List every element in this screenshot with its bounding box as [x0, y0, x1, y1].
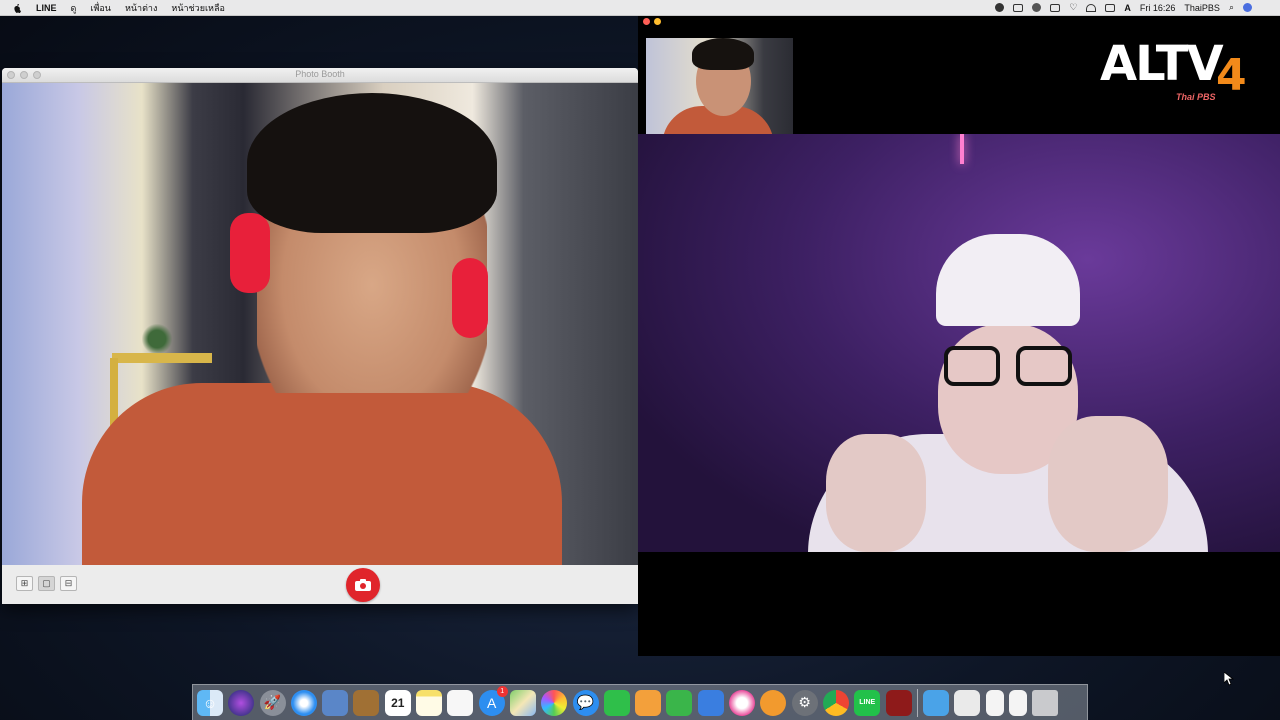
reminders-icon[interactable] — [447, 689, 474, 716]
camera-preview — [2, 83, 638, 565]
remote-person-right-hand — [1048, 416, 1168, 552]
messages-icon[interactable]: 💬 — [572, 689, 599, 716]
photo-booth-toolbar: ⊞ ▢ ⊟ — [2, 565, 638, 604]
notes-icon[interactable] — [416, 689, 443, 716]
call-close-button[interactable] — [643, 18, 650, 25]
photo-booth-window: Photo Booth ⊞ ▢ ⊟ — [2, 68, 638, 604]
altv-logo-number: 4 — [1216, 50, 1247, 101]
plant-decoration — [142, 323, 172, 355]
safari-icon[interactable] — [290, 689, 317, 716]
dock: ☺ 🚀 21 A 1 💬 ♪ ⚙ LINE — [192, 684, 1088, 720]
headphone-left — [230, 213, 270, 293]
video-view-button[interactable]: ⊟ — [60, 576, 77, 591]
call-window-controls — [643, 18, 661, 25]
siri-icon[interactable] — [228, 689, 255, 716]
menu-bar: LINE ดู เพื่อน หน้าต่าง หน้าช่วยเหลือ ♡ … — [0, 0, 1280, 16]
finder-icon[interactable]: ☺ — [197, 689, 223, 716]
spotlight-search-icon[interactable]: ⌕ — [1229, 2, 1234, 13]
input-source-icon[interactable]: A — [1124, 3, 1131, 13]
creative-cloud-icon[interactable] — [1032, 3, 1042, 12]
mouse-cursor-icon — [1224, 672, 1234, 686]
maps-icon[interactable] — [509, 689, 536, 716]
remote-person-cap — [936, 234, 1080, 326]
file-icon-3[interactable] — [1009, 689, 1028, 716]
file-icon-2[interactable] — [985, 689, 1004, 716]
keynote-icon[interactable] — [697, 689, 724, 716]
user-name[interactable]: ThaiPBS — [1184, 3, 1220, 13]
app-store-icon[interactable]: A 1 — [478, 685, 508, 716]
file-icon-1[interactable] — [954, 689, 981, 716]
notebook-icon[interactable] — [353, 689, 380, 716]
screen-record-icon[interactable] — [1013, 3, 1024, 12]
remote-video-feed — [638, 134, 1280, 552]
take-photo-button[interactable] — [346, 568, 380, 602]
calendar-icon[interactable]: 21 — [384, 689, 411, 716]
photo-booth-titlebar[interactable]: Photo Booth — [2, 68, 638, 83]
menu-friends[interactable]: เพื่อน — [90, 1, 111, 15]
siri-menubar-icon[interactable] — [1243, 3, 1252, 12]
window-title: Photo Booth — [295, 69, 345, 79]
volume-icon[interactable] — [1105, 3, 1116, 12]
remote-person-glasses — [944, 346, 1074, 390]
downloads-folder-icon[interactable] — [923, 689, 950, 716]
menu-window[interactable]: หน้าต่าง — [125, 1, 157, 15]
preview-icon[interactable] — [322, 689, 349, 716]
heart-icon[interactable]: ♡ — [1069, 2, 1077, 13]
pages-icon[interactable] — [635, 689, 662, 716]
dock-separator — [916, 688, 918, 717]
pip-person-hair — [692, 38, 754, 70]
shelf-decoration — [112, 353, 212, 363]
dropbox-icon[interactable] — [1050, 3, 1061, 12]
camera-icon — [355, 579, 371, 591]
neon-light — [960, 134, 964, 164]
chrome-icon[interactable] — [822, 689, 849, 716]
remote-person-left-hand — [826, 434, 926, 552]
line-status-icon[interactable] — [995, 3, 1005, 12]
system-preferences-icon[interactable]: ⚙ — [791, 689, 818, 716]
ibooks-icon[interactable] — [760, 689, 787, 716]
menu-help[interactable]: หน้าช่วยเหลือ — [171, 1, 225, 15]
view-mode-buttons: ⊞ ▢ ⊟ — [16, 576, 77, 591]
app-store-badge: 1 — [496, 685, 508, 697]
numbers-icon[interactable] — [666, 689, 693, 716]
photo-booth-icon[interactable] — [885, 689, 912, 716]
menu-app-name[interactable]: LINE — [36, 3, 57, 13]
wifi-icon[interactable] — [1086, 3, 1097, 12]
calendar-day: 21 — [391, 695, 405, 710]
launchpad-icon[interactable]: 🚀 — [259, 689, 286, 716]
photos-icon[interactable] — [541, 689, 568, 716]
person-hair — [247, 93, 497, 233]
call-minimize-button[interactable] — [654, 18, 661, 25]
itunes-icon[interactable]: ♪ — [729, 689, 756, 716]
single-view-button[interactable]: ▢ — [38, 576, 55, 591]
trash-icon[interactable] — [1032, 689, 1059, 716]
facetime-icon[interactable] — [603, 689, 630, 716]
headphone-right — [452, 258, 488, 338]
clock[interactable]: Fri 16:26 — [1140, 3, 1176, 13]
self-view-thumbnail[interactable] — [646, 38, 793, 148]
video-call-window — [638, 16, 1280, 656]
four-up-view-button[interactable]: ⊞ — [16, 576, 33, 591]
altv-logo-text: ALTV — [1100, 36, 1224, 92]
apple-menu-icon[interactable] — [12, 3, 22, 14]
altv-logo-subtitle: Thai PBS — [1176, 92, 1216, 102]
person-shirt — [82, 383, 562, 565]
menu-view[interactable]: ดู — [71, 1, 77, 15]
line-icon[interactable]: LINE — [854, 689, 881, 716]
altv-logo: ALTV 4 Thai PBS — [1100, 34, 1260, 106]
